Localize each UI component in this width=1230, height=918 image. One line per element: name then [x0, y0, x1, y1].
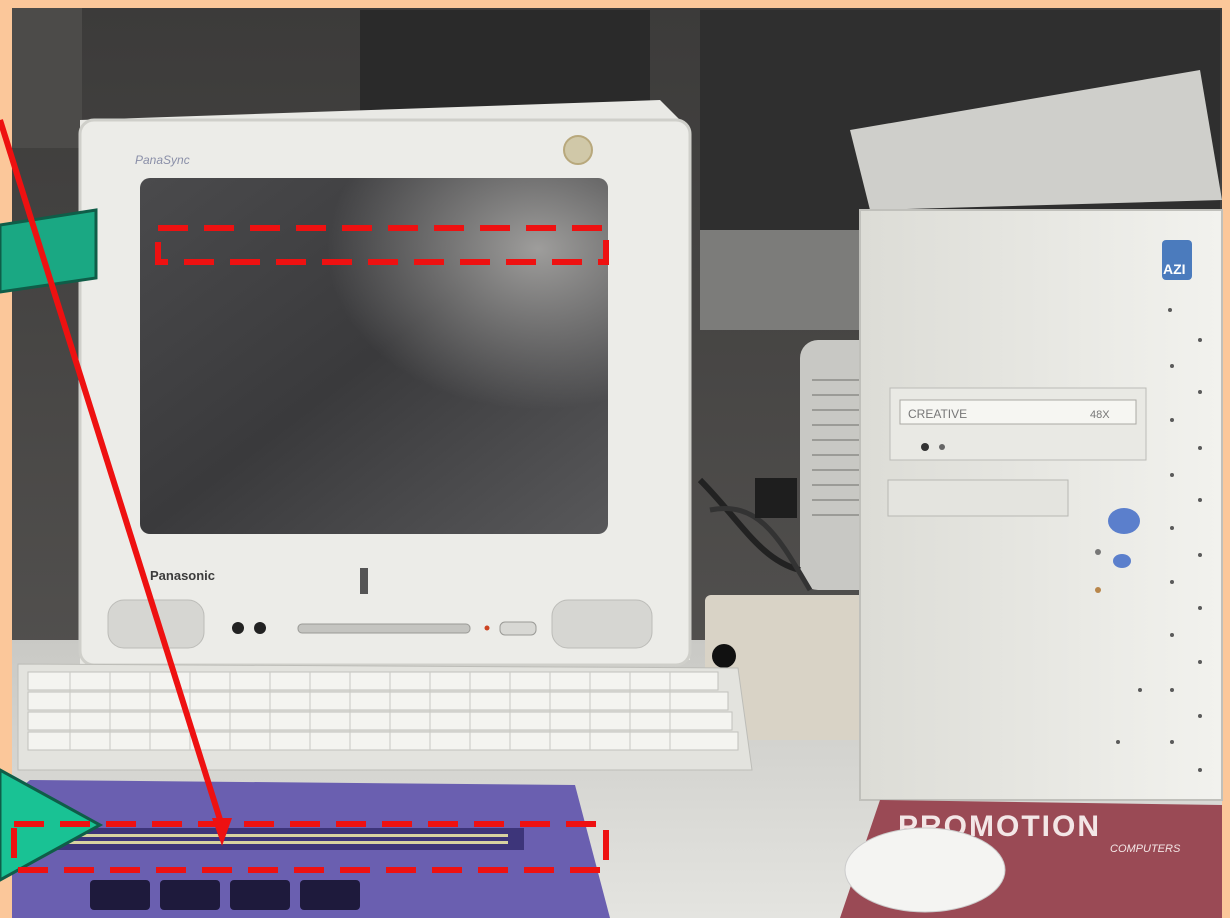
keyboard	[17, 663, 753, 771]
monitor-logo-icon	[563, 135, 593, 165]
computer-mouse	[844, 827, 1006, 913]
tower-badge: AZI	[1163, 261, 1186, 277]
power-button-icon	[1108, 508, 1140, 534]
photo-illustration: PanaSync Panasonic AZI CREATIVE 48X PROM…	[0, 8, 1223, 918]
braille-display	[12, 780, 610, 918]
monitor-model-label: PanaSync	[135, 153, 190, 167]
mousepad-subtitle: COMPUTERS	[1110, 843, 1181, 855]
drive-brand: CREATIVE	[908, 407, 967, 421]
crt-monitor: PanaSync Panasonic	[78, 100, 692, 667]
drive-model: 48X	[1090, 409, 1110, 421]
monitor-brand-label: Panasonic	[150, 568, 215, 583]
mousepad: PROMOTION COMPUTERS	[840, 800, 1222, 918]
photo-scene: PanaSync Panasonic AZI CREATIVE 48X PROM…	[0, 0, 1230, 918]
tower-pc: AZI CREATIVE 48X	[850, 70, 1223, 801]
